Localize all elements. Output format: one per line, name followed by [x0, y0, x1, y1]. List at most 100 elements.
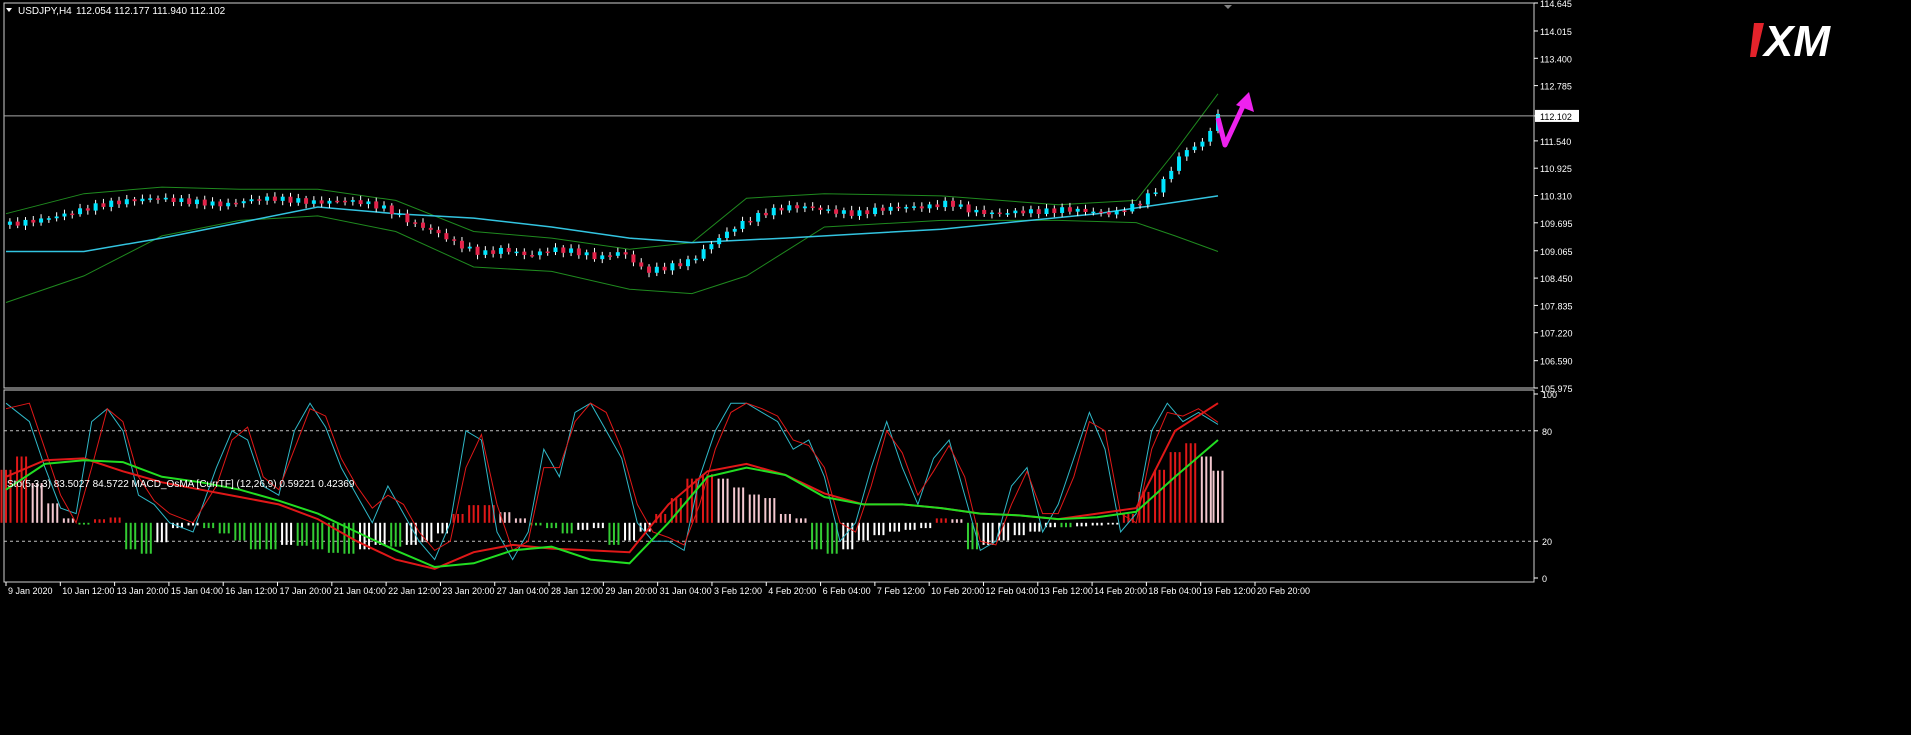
candle-body: [397, 213, 402, 216]
candle-body: [600, 255, 605, 260]
candle-body: [405, 213, 410, 223]
candle-body: [1106, 212, 1111, 215]
candle-body: [1013, 210, 1018, 214]
candle-body: [873, 207, 878, 215]
candle-body: [935, 204, 940, 208]
candle-body: [553, 247, 558, 253]
candle-body: [576, 248, 581, 256]
candle-body: [662, 266, 667, 271]
candle-body: [39, 218, 44, 223]
candle-body: [537, 251, 542, 256]
candle-body: [740, 220, 745, 229]
trading-chart[interactable]: 114.645 114.015 113.400 112.785 112.102 111.5…: [0, 0, 1911, 735]
time-tick-label: 23 Jan 20:00: [442, 586, 494, 596]
candle-body: [70, 213, 75, 216]
candle-body: [132, 199, 137, 202]
chart-canvas[interactable]: 114.645 114.015 113.400 112.785 112.102 111.5…: [0, 0, 1911, 730]
bollinger-upper-line: [5, 93, 1219, 250]
candle-body: [841, 210, 846, 214]
candle-body: [685, 259, 690, 267]
candle-body: [374, 201, 379, 209]
candle-body: [62, 213, 67, 217]
time-tick-label: 28 Jan 12:00: [551, 586, 603, 596]
price-tick-label: 107.220: [1540, 329, 1573, 339]
candle-body: [623, 252, 628, 255]
candle-body: [709, 244, 714, 250]
candle-body: [179, 198, 184, 203]
candle-body: [1028, 209, 1033, 214]
candle-body: [802, 206, 807, 209]
candle-body: [1145, 193, 1150, 205]
price-tick-label: 114.015: [1540, 27, 1572, 37]
candle-body: [896, 206, 901, 209]
candle-body: [608, 255, 613, 257]
candle-body: [1091, 211, 1096, 214]
xm-logo: XM: [1750, 17, 1831, 65]
candle-body: [491, 250, 496, 254]
candle-body: [109, 200, 114, 207]
price-tick-label: 113.400: [1540, 54, 1572, 64]
candle-body: [522, 251, 527, 256]
time-tick-label: 4 Feb 20:00: [768, 586, 816, 596]
indicator-tick-label: 100: [1542, 390, 1557, 400]
candle-body: [1060, 207, 1065, 213]
collapse-icon[interactable]: [6, 8, 12, 12]
candle-body: [763, 212, 768, 216]
candle-body: [631, 254, 636, 263]
candle-body: [78, 208, 83, 215]
candle-body: [1067, 207, 1072, 212]
candle-body: [288, 196, 293, 203]
candle-body: [919, 206, 924, 209]
indicator-tick-label: 80: [1542, 427, 1552, 437]
candle-body: [1153, 192, 1158, 194]
candle-body: [1083, 208, 1088, 213]
price-tick-label: 112.785: [1540, 82, 1572, 92]
time-tick-label: 29 Jan 20:00: [605, 586, 657, 596]
time-tick-label: 22 Jan 12:00: [388, 586, 440, 596]
candle-body: [834, 209, 839, 214]
candle-body: [849, 210, 854, 216]
forecast-arrow: [1215, 102, 1247, 148]
candle-body: [23, 219, 28, 226]
candle-body: [1005, 213, 1010, 215]
candle-body: [155, 198, 160, 200]
time-tick-label: 17 Jan 20:00: [280, 586, 332, 596]
candle-body: [670, 263, 675, 271]
candle-body: [1044, 208, 1049, 215]
candle-body: [888, 206, 893, 211]
price-tick-label: 109.065: [1540, 247, 1573, 257]
candle-body: [459, 240, 464, 249]
candle-body: [647, 266, 652, 273]
candle-body: [1130, 203, 1135, 212]
candle-body: [257, 199, 262, 201]
candle-body: [748, 220, 753, 223]
candle-body: [54, 216, 59, 219]
candle-body: [592, 252, 597, 260]
candle-body: [124, 199, 129, 205]
candle-body: [413, 222, 418, 224]
candle-body: [7, 221, 12, 225]
chart-shift-marker[interactable]: [1224, 5, 1232, 9]
stochastic-signal-line: [5, 402, 1219, 552]
candle-body: [678, 263, 683, 267]
candle-body: [241, 201, 246, 204]
candle-body: [732, 228, 737, 232]
candle-body: [810, 206, 815, 208]
ohlc-readout: 112.054 112.177 111.940 112.102: [76, 6, 226, 17]
symbol-label: USDJPY,H4: [18, 6, 72, 17]
candle-body: [569, 248, 574, 253]
candle-body: [31, 219, 36, 223]
time-tick-label: 3 Feb 12:00: [714, 586, 762, 596]
xm-logo-text: XM: [1761, 17, 1831, 65]
candle-body: [1021, 210, 1026, 214]
candle-body: [989, 212, 994, 215]
candle-body: [350, 200, 355, 202]
candle-body: [249, 199, 254, 202]
price-tick-label: 114.645: [1540, 0, 1572, 9]
xm-logo-accent: [1750, 23, 1764, 57]
candle-body: [1192, 146, 1197, 151]
time-tick-label: 10 Jan 12:00: [62, 586, 114, 596]
price-tick-label: 110.925: [1540, 164, 1572, 174]
candle-body: [912, 206, 917, 208]
time-tick-label: 21 Jan 04:00: [334, 586, 386, 596]
